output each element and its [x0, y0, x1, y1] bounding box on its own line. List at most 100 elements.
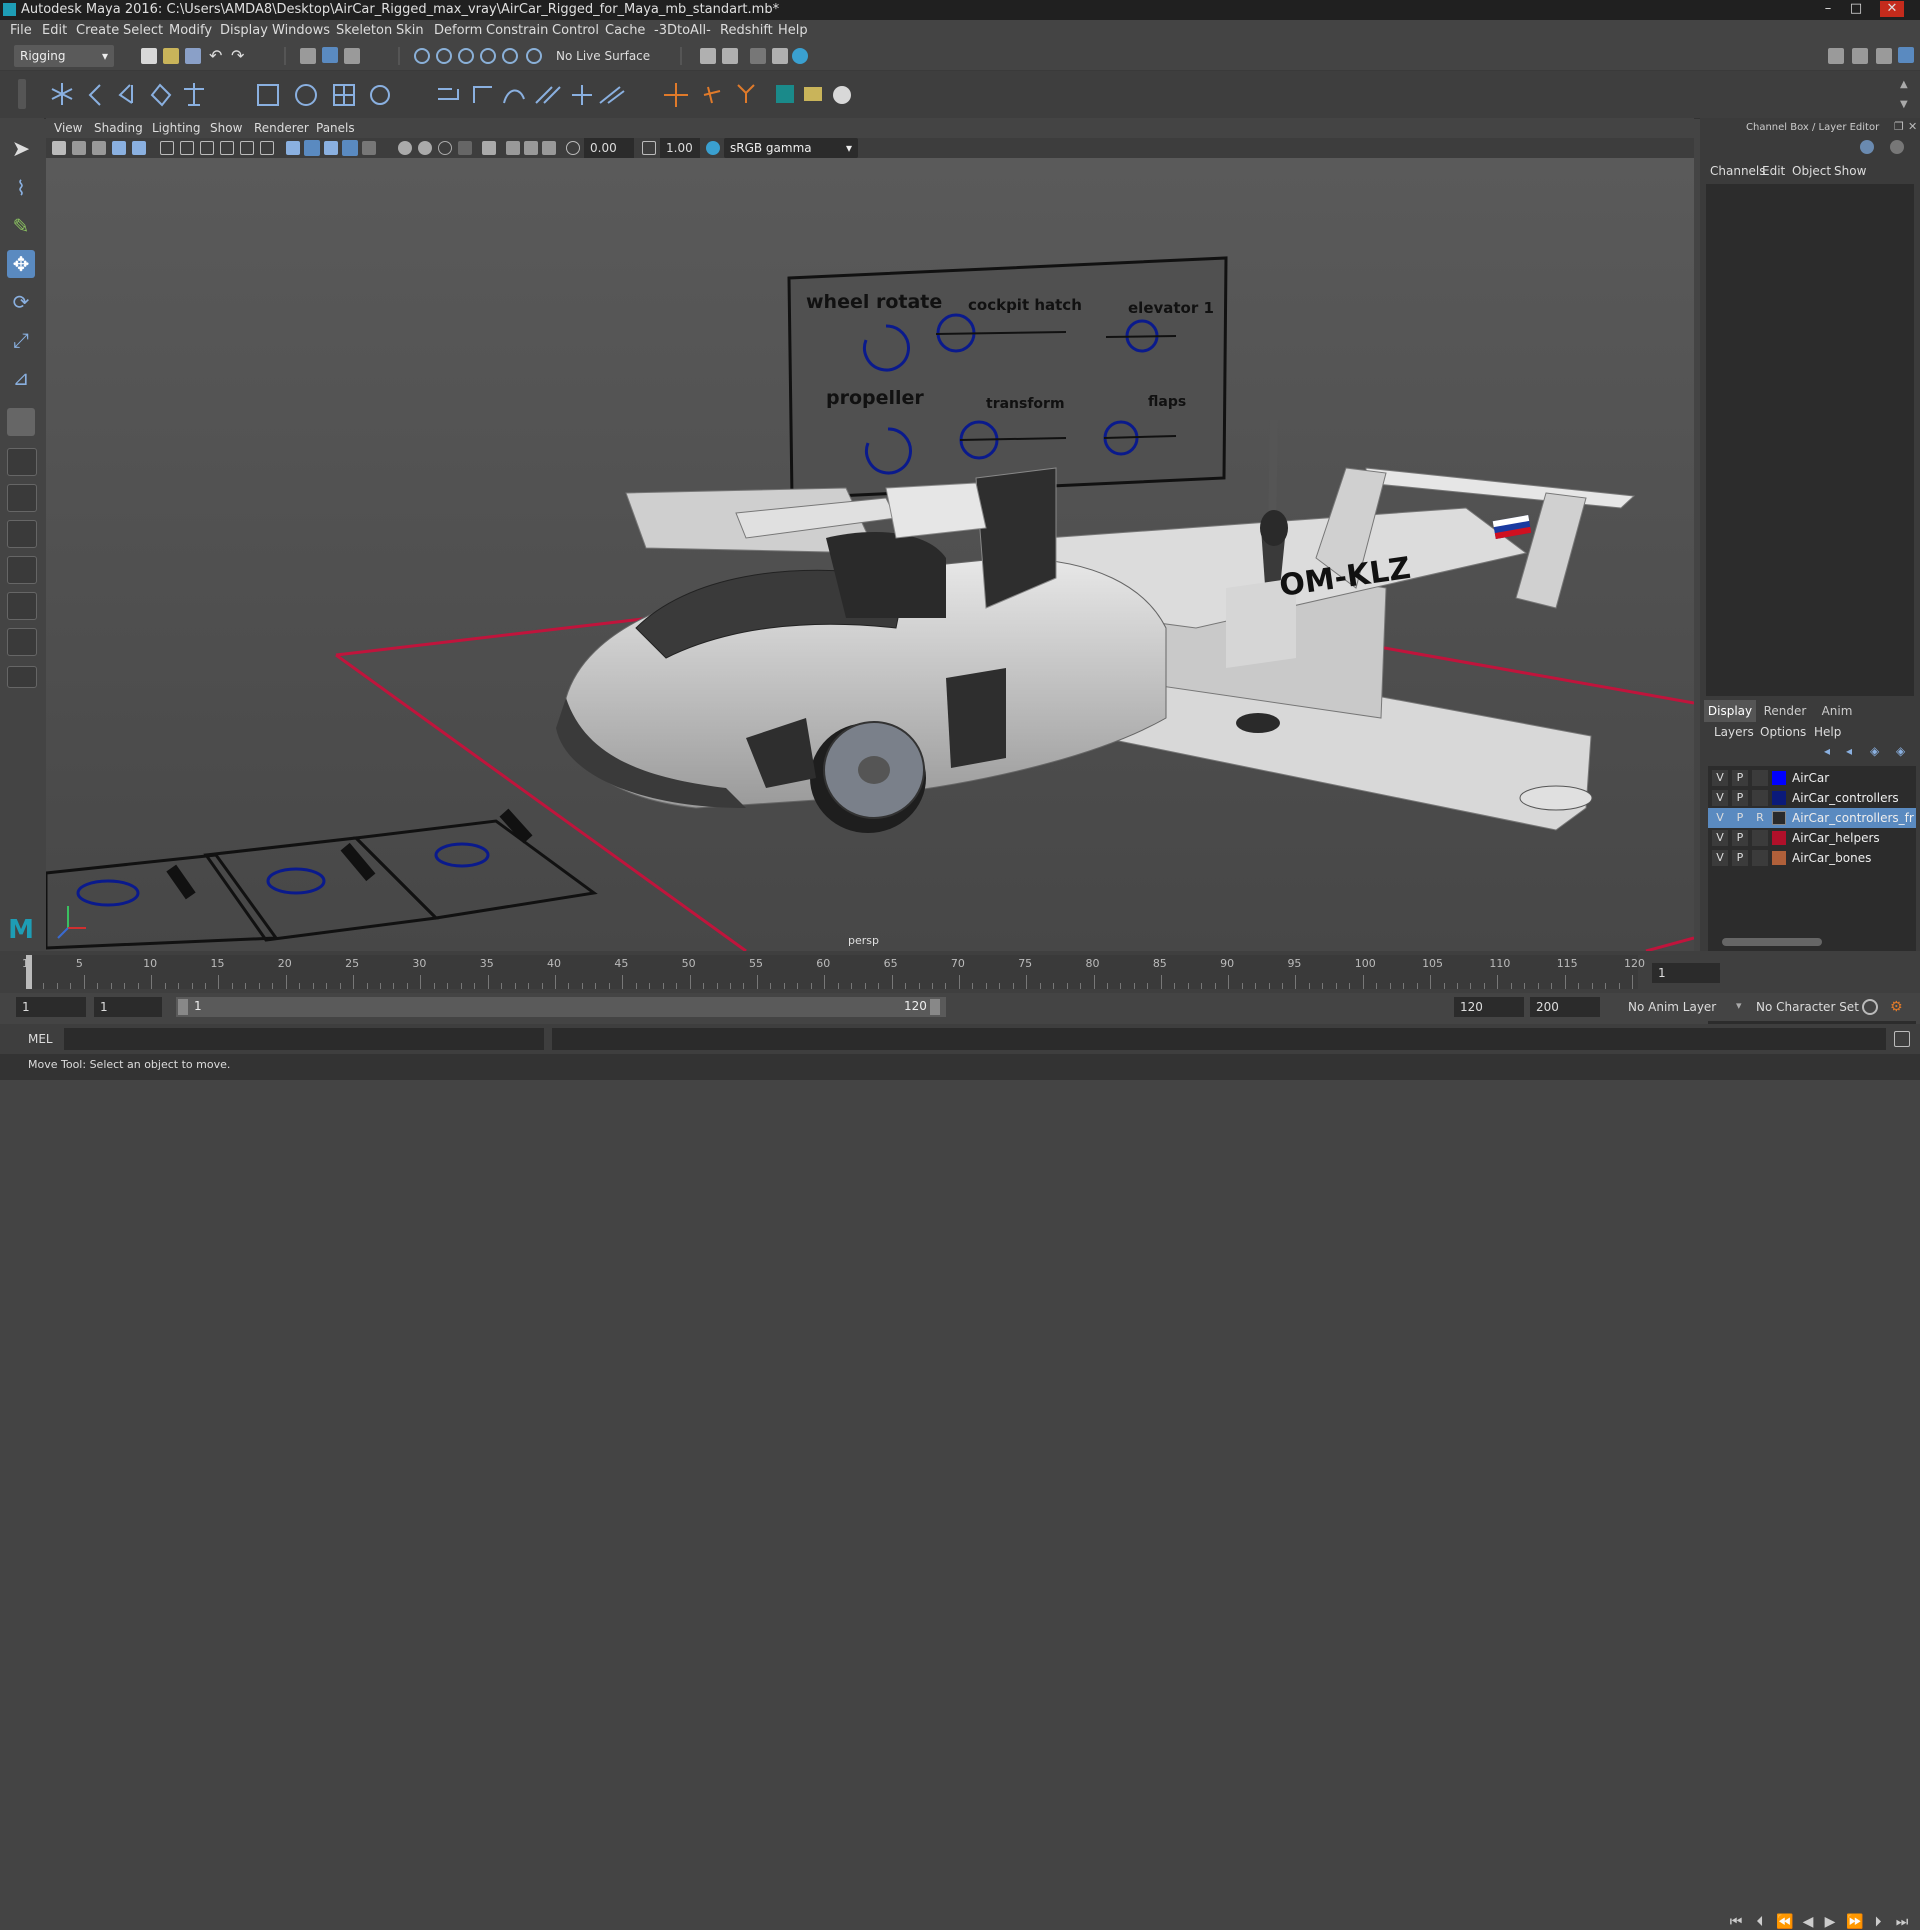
field-chart-icon[interactable] [240, 141, 254, 155]
layout-side-icon[interactable] [7, 520, 37, 548]
channel-box-toggle-icon[interactable] [1898, 47, 1914, 63]
menu-display[interactable]: Display [220, 20, 268, 42]
playback-end-field[interactable]: 120 [1454, 997, 1524, 1017]
layer-name[interactable]: AirCar_controllers_freeze [1792, 808, 1914, 828]
grid-icon[interactable] [160, 141, 174, 155]
snap-surface-icon[interactable] [502, 48, 518, 64]
layout-custom-icon[interactable] [7, 666, 37, 688]
anim-layer-label[interactable]: No Anim Layer [1628, 1000, 1716, 1014]
menu-file[interactable]: File [10, 20, 32, 42]
move-layer-down-icon[interactable]: ◂ [1846, 744, 1852, 758]
isolate-select-icon[interactable] [482, 141, 496, 155]
menu-create[interactable]: Create [76, 20, 119, 42]
layout-graph-icon[interactable] [7, 592, 37, 620]
range-bar[interactable]: 1 120 [176, 997, 946, 1017]
menu-select[interactable]: Select [123, 20, 163, 42]
layer-name[interactable]: AirCar_helpers [1792, 828, 1880, 848]
layer-editor-icon[interactable] [1890, 140, 1904, 154]
layer-playback-toggle[interactable]: P [1732, 770, 1748, 786]
layout-outliner-icon[interactable] [7, 556, 37, 584]
layout-four-icon[interactable] [7, 484, 37, 512]
panel-menu-shading[interactable]: Shading [94, 118, 143, 138]
animation-preferences-icon[interactable]: ⚙ [1890, 999, 1906, 1015]
open-scene-icon[interactable] [163, 48, 179, 64]
panel-menu-show[interactable]: Show [210, 118, 242, 138]
textured-icon[interactable] [362, 141, 376, 155]
time-cursor[interactable] [26, 955, 32, 989]
xray-joints-icon[interactable] [506, 141, 520, 155]
character-set-label[interactable]: No Character Set [1756, 1000, 1859, 1014]
ambient-occlusion-icon[interactable] [438, 141, 452, 155]
layer-horizontal-scrollbar[interactable] [1708, 936, 1916, 948]
wireframe-icon[interactable] [286, 141, 300, 155]
layer-playback-toggle[interactable]: P [1732, 850, 1748, 866]
resolution-gate-icon[interactable] [200, 141, 214, 155]
layer-row-selected[interactable]: V P R AirCar_controllers_freeze [1708, 808, 1916, 828]
animation-start-field[interactable]: 1 [16, 997, 86, 1017]
menu-modify[interactable]: Modify [169, 20, 212, 42]
color-management-icon[interactable] [706, 141, 720, 155]
layer-help-menu[interactable]: Help [1814, 722, 1841, 742]
gate-mask-icon[interactable] [220, 141, 234, 155]
layer-visibility-toggle[interactable]: V [1712, 830, 1728, 846]
close-button[interactable]: ✕ [1880, 1, 1904, 17]
render-settings-icon[interactable] [772, 48, 788, 64]
live-surface-label[interactable]: No Live Surface [556, 49, 650, 63]
viewport-panel[interactable]: View Shading Lighting Show Renderer Pane… [46, 118, 1694, 951]
close-panel-icon[interactable]: ✕ [1908, 120, 1917, 133]
paint-select-tool-icon[interactable]: ✎ [7, 212, 35, 240]
smooth-shade-icon[interactable] [304, 140, 320, 156]
shelf-menu-icon[interactable] [18, 79, 26, 109]
xray-active-icon[interactable] [524, 141, 538, 155]
step-back-frame-icon[interactable]: ⏴ [1752, 1914, 1768, 1930]
chevron-down-icon[interactable]: ▾ [1736, 999, 1742, 1012]
shelf-scroll-up-icon[interactable]: ▲ [1900, 79, 1908, 90]
layers-menu[interactable]: Layers [1714, 722, 1754, 742]
layer-visibility-toggle[interactable]: V [1712, 850, 1728, 866]
camera-attributes-icon[interactable] [72, 141, 86, 155]
layer-name[interactable]: AirCar_controllers [1792, 788, 1899, 808]
layer-playback-toggle[interactable]: P [1732, 810, 1748, 826]
go-to-start-icon[interactable]: ⏮ [1728, 1914, 1744, 1930]
layout-persp-icon[interactable] [7, 628, 37, 656]
layer-display-type-toggle[interactable]: R [1752, 810, 1768, 826]
twod-pan-icon[interactable] [132, 141, 146, 155]
scale-tool-icon[interactable]: ⤢ [7, 326, 35, 354]
panel-menu-renderer[interactable]: Renderer [254, 118, 309, 138]
script-language-label[interactable]: MEL [28, 1032, 53, 1046]
image-plane-icon[interactable] [112, 141, 126, 155]
motion-blur-icon[interactable] [458, 141, 472, 155]
go-to-end-icon[interactable]: ⏭ [1894, 1914, 1910, 1930]
channels-menu[interactable]: Channels [1710, 160, 1766, 182]
panel-menu-panels[interactable]: Panels [316, 118, 355, 138]
snap-grid-icon[interactable] [414, 48, 430, 64]
step-forward-frame-icon[interactable]: ⏵ [1870, 1914, 1886, 1930]
select-tool-icon[interactable]: ➤ [7, 136, 35, 164]
layer-playback-toggle[interactable]: P [1732, 830, 1748, 846]
tool-settings-icon[interactable] [1876, 48, 1892, 64]
menu-skeleton[interactable]: Skeleton [336, 20, 392, 42]
hypershade-icon[interactable] [792, 48, 808, 64]
menu-3dtoall[interactable]: -3DtoAll- [654, 20, 711, 42]
step-forward-key-icon[interactable]: ⏩ [1846, 1914, 1863, 1930]
xray-icon[interactable] [342, 140, 358, 156]
select-hierarchy-icon[interactable] [300, 48, 316, 64]
menu-redshift[interactable]: Redshift [720, 20, 773, 42]
new-layer-selected-icon[interactable]: ◈ [1896, 744, 1905, 758]
channel-list[interactable] [1706, 184, 1914, 696]
backface-icon[interactable] [542, 141, 556, 155]
render-view-icon[interactable] [700, 48, 716, 64]
undo-icon[interactable]: ↶ [209, 48, 225, 64]
playback-start-field[interactable]: 1 [94, 997, 162, 1017]
snap-curve-icon[interactable] [436, 48, 452, 64]
layer-color-swatch[interactable] [1772, 791, 1786, 805]
layer-visibility-toggle[interactable]: V [1712, 770, 1728, 786]
menu-set-dropdown[interactable]: Rigging ▾ [14, 45, 114, 67]
last-tool-icon[interactable]: ⊿ [7, 364, 35, 392]
layer-name[interactable]: AirCar [1792, 768, 1829, 788]
layer-row[interactable]: V P AirCar_helpers [1708, 828, 1920, 848]
safe-action-icon[interactable] [260, 141, 274, 155]
minimize-button[interactable]: – [1816, 1, 1840, 17]
tab-display[interactable]: Display [1704, 700, 1756, 722]
scene-view[interactable]: OM-KLZ wheel rotate cockpit hatch elevat… [46, 158, 1694, 951]
